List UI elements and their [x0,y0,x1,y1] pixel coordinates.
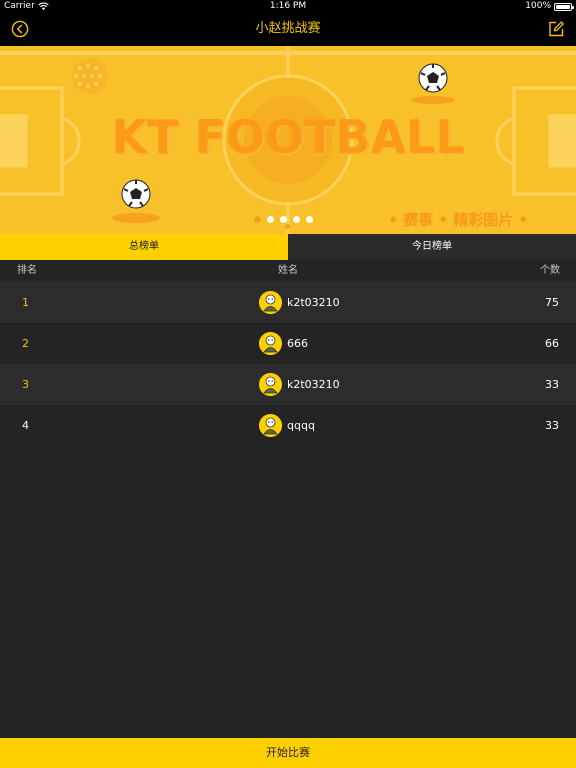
start-match-button[interactable]: 开始比赛 [0,738,576,768]
avatar [259,373,282,396]
edit-button[interactable] [547,20,565,38]
row-name: qqqq [287,419,315,432]
row-count: 66 [545,337,559,350]
row-count: 75 [545,296,559,309]
carousel-dot[interactable] [254,216,261,223]
banner-carousel[interactable]: KT FOOTBALL • 赛事 • 精彩图片 • [0,46,576,234]
screen: Carrier 1:16 PM 100% 小赵挑战赛 KT FOOTBALL •… [0,0,576,768]
row-rank: 2 [22,337,29,350]
battery-icon [554,2,574,11]
leaderboard-list: 1 k2t03210 75 2 666 66 3 k2t03210 33 4 q… [0,282,576,446]
row-count: 33 [545,419,559,432]
tab-today[interactable]: 今日榜单 [288,234,576,260]
carousel-dot[interactable] [280,216,287,223]
row-count: 33 [545,378,559,391]
battery-percent: 100% [525,1,551,11]
nav-bar: 小赵挑战赛 [0,12,576,46]
header-count: 个数 [540,265,560,276]
status-right: 100% [525,0,574,12]
banner-caption: • 赛事 • 精彩图片 • [388,211,528,229]
row-rank: 3 [22,378,29,391]
table-row[interactable]: 3 k2t03210 33 [0,364,576,405]
row-name: k2t03210 [287,296,340,309]
carousel-dot[interactable] [267,216,274,223]
table-row[interactable]: 4 qqqq 33 [0,405,576,446]
carousel-indicator [285,224,290,229]
header-rank: 排名 [17,265,37,276]
page-title: 小赵挑战赛 [255,21,321,36]
carousel-dot[interactable] [293,216,300,223]
table-row[interactable]: 2 666 66 [0,323,576,364]
row-rank: 4 [22,419,29,432]
avatar [259,414,282,437]
row-rank: 1 [22,296,29,309]
row-name: k2t03210 [287,378,340,391]
status-bar: Carrier 1:16 PM 100% [0,0,576,12]
avatar [259,291,282,314]
carousel-dot[interactable] [306,216,313,223]
carousel-dots [254,216,313,223]
avatar [259,332,282,355]
edit-square-icon [549,21,564,37]
tab-overall[interactable]: 总榜单 [0,234,288,260]
table-row[interactable]: 1 k2t03210 75 [0,282,576,323]
table-header: 排名 姓名 个数 [0,260,576,282]
leaderboard-tabs: 总榜单 今日榜单 [0,234,576,260]
header-name: 姓名 [278,265,298,276]
banner-title: KT FOOTBALL [111,110,465,164]
row-name: 666 [287,337,308,350]
status-time: 1:16 PM [269,1,307,11]
